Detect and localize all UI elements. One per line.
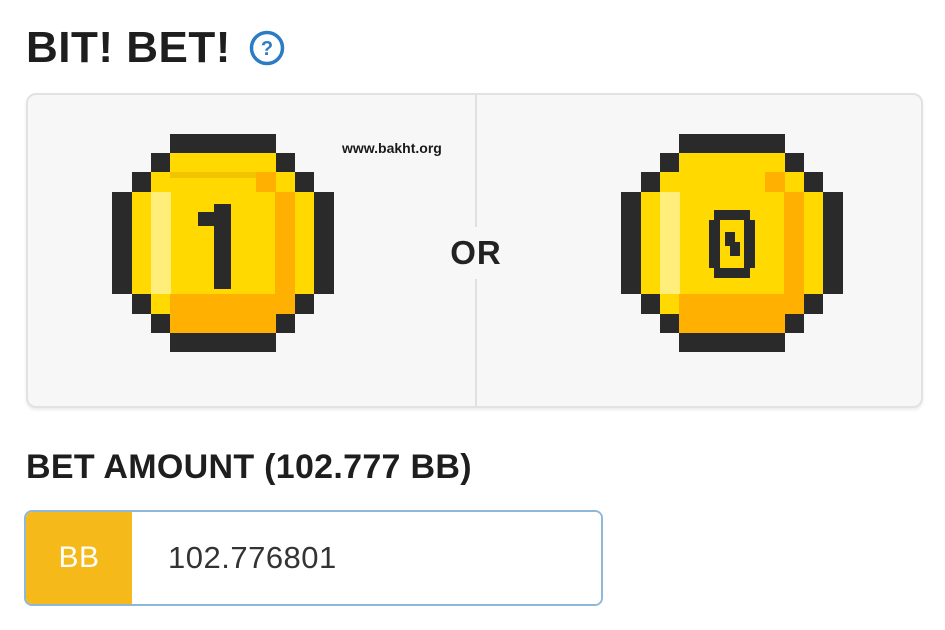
svg-text:?: ? [261,38,273,60]
coin-choice-panel: www.bakht.org OR [26,93,923,408]
page-title: BIT! BET! [26,23,231,72]
bet-amount-label: BET AMOUNT (102.777 BB) [26,448,472,486]
question-circle-icon[interactable]: ? [249,30,285,66]
coin-option-zero[interactable] [477,95,925,406]
header: BIT! BET! ? [26,22,285,74]
bet-amount-input[interactable] [132,512,601,604]
or-separator: OR [438,227,514,279]
currency-addon: BB [26,512,132,604]
bet-amount-group: BB [24,510,603,606]
pixel-coin-one-icon [112,134,334,352]
watermark-text: www.bakht.org [342,140,442,156]
coin-option-one[interactable]: www.bakht.org [28,95,476,406]
pixel-coin-zero-icon [621,134,843,352]
